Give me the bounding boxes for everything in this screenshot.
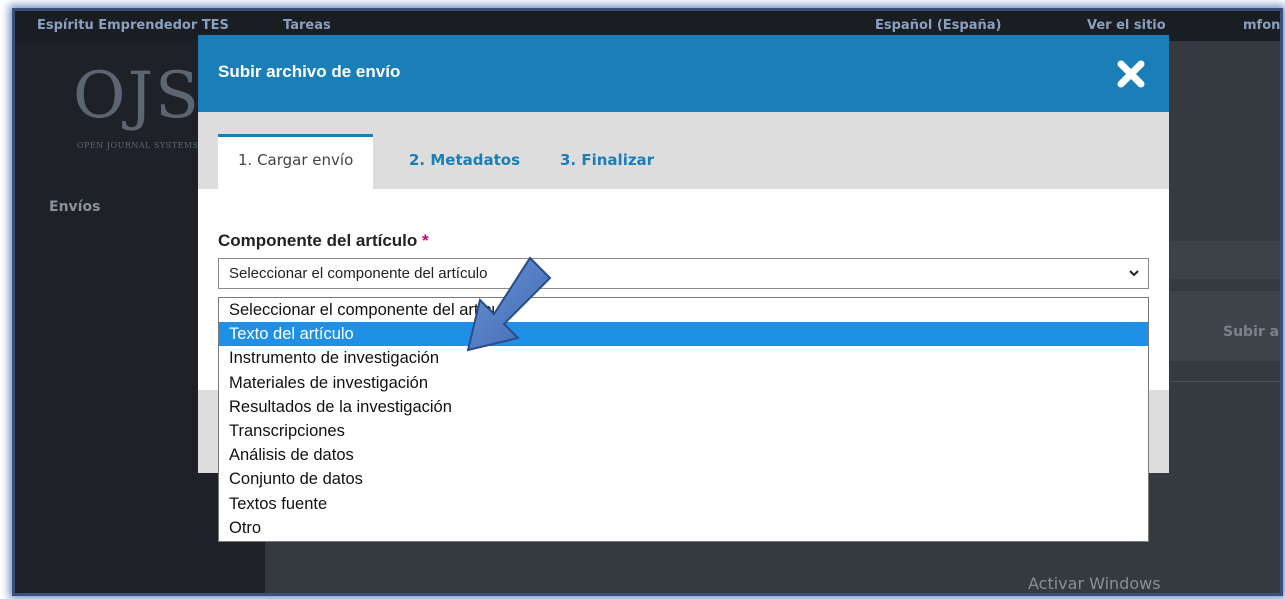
- option-materiales[interactable]: Materiales de investigación: [219, 371, 1148, 395]
- tab-metadatos[interactable]: 2. Metadatos: [409, 134, 520, 189]
- option-transcripciones[interactable]: Transcripciones: [219, 419, 1148, 443]
- select-value: Seleccionar el componente del artículo: [229, 265, 488, 282]
- close-icon[interactable]: [1116, 59, 1146, 89]
- tab-finalizar[interactable]: 3. Finalizar: [560, 134, 654, 189]
- option-textos-fuente[interactable]: Textos fuente: [219, 492, 1148, 516]
- windows-watermark: Activar Windows: [1028, 574, 1161, 593]
- chevron-down-icon: [1129, 270, 1139, 277]
- ojs-logo-subtitle: OPEN JOURNAL SYSTEMS: [77, 141, 199, 150]
- tasks-link[interactable]: Tareas: [283, 18, 331, 33]
- option-otro[interactable]: Otro: [219, 516, 1148, 540]
- option-conjunto[interactable]: Conjunto de datos: [219, 467, 1148, 491]
- ojs-logo: OJS: [73, 59, 201, 133]
- option-resultados[interactable]: Resultados de la investigación: [219, 395, 1148, 419]
- nav-envios[interactable]: Envíos: [49, 199, 100, 215]
- option-analisis[interactable]: Análisis de datos: [219, 443, 1148, 467]
- article-component-select[interactable]: Seleccionar el componente del artículo: [218, 258, 1149, 289]
- field-label-text: Componente del artículo: [218, 231, 418, 250]
- option-select-placeholder[interactable]: Seleccionar el componente del artículo: [219, 298, 1148, 322]
- user-link[interactable]: mfont: [1243, 18, 1280, 33]
- bg-divider: [1170, 381, 1280, 382]
- modal-header: Subir archivo de envío: [198, 35, 1169, 112]
- annotation-arrow-icon: [466, 256, 552, 352]
- required-mark: *: [422, 231, 429, 250]
- option-instrumento[interactable]: Instrumento de investigación: [219, 346, 1148, 370]
- option-texto-articulo[interactable]: Texto del artículo: [219, 322, 1148, 347]
- bg-panel: [1165, 241, 1280, 279]
- view-site-link[interactable]: Ver el sitio: [1087, 18, 1166, 33]
- field-label: Componente del artículo *: [218, 231, 429, 251]
- language-link[interactable]: Español (España): [875, 18, 1001, 33]
- select-dropdown-list: Seleccionar el componente del artículo T…: [218, 297, 1149, 542]
- tab-cargar-envio[interactable]: 1. Cargar envío: [218, 134, 374, 189]
- bg-upload-label: Subir archivo: [1223, 324, 1280, 340]
- site-name-link[interactable]: Espíritu Emprendedor TES: [37, 18, 229, 33]
- modal-title: Subir archivo de envío: [218, 62, 401, 81]
- modal-tabs: 1. Cargar envío 2. Metadatos 3. Finaliza…: [198, 112, 1169, 189]
